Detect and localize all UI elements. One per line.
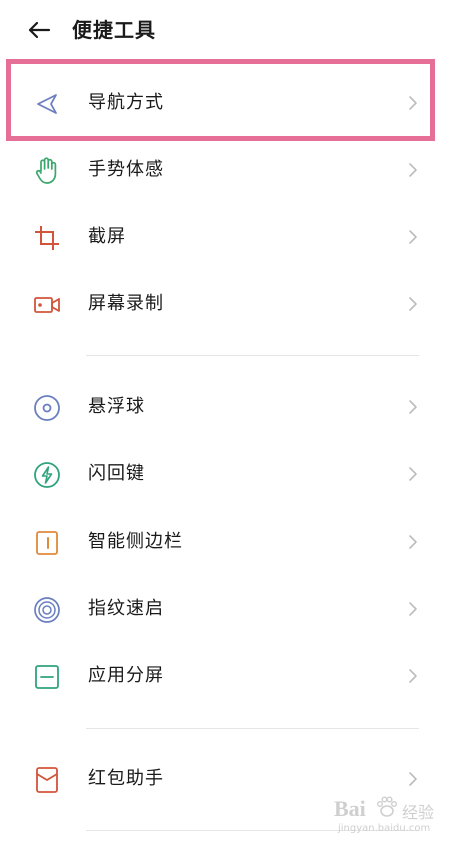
list-item-screen-recording[interactable]: 屏幕录制 bbox=[0, 271, 451, 337]
page-title: 便捷工具 bbox=[72, 18, 156, 42]
list-item-fingerprint-quick-launch[interactable]: 指纹速启 bbox=[0, 576, 451, 642]
list-item-label: 截屏 bbox=[88, 226, 126, 247]
back-arrow-icon bbox=[28, 21, 51, 39]
list-item-label: 红包助手 bbox=[88, 768, 164, 789]
list-item-navigation-mode[interactable]: 导航方式 bbox=[0, 70, 451, 136]
section-divider bbox=[86, 728, 419, 729]
chevron-right-icon bbox=[409, 297, 417, 311]
section-divider bbox=[86, 830, 419, 831]
chevron-right-icon bbox=[409, 669, 417, 683]
navigation-arrow-icon bbox=[33, 90, 61, 118]
list-item-red-envelope-assistant[interactable]: 红包助手 bbox=[0, 746, 451, 812]
list-item-flashback-key[interactable]: 闪回键 bbox=[0, 441, 451, 507]
chevron-right-icon bbox=[409, 163, 417, 177]
watermark-url: jingyan.baidu.com bbox=[338, 823, 431, 834]
list-item-smart-sidebar[interactable]: 智能侧边栏 bbox=[0, 509, 451, 575]
list-item-screenshot[interactable]: 截屏 bbox=[0, 204, 451, 270]
list-item-floating-ball[interactable]: 悬浮球 bbox=[0, 374, 451, 440]
list-item-split-screen[interactable]: 应用分屏 bbox=[0, 643, 451, 709]
section-divider bbox=[86, 355, 419, 356]
video-record-icon bbox=[33, 291, 61, 319]
fingerprint-icon bbox=[33, 596, 61, 624]
flashback-bolt-icon bbox=[33, 461, 61, 489]
chevron-right-icon bbox=[409, 602, 417, 616]
chevron-right-icon bbox=[409, 400, 417, 414]
list-item-label: 手势体感 bbox=[88, 159, 164, 180]
list-item-label: 智能侧边栏 bbox=[88, 531, 183, 552]
list-item-label: 应用分屏 bbox=[88, 665, 164, 686]
back-button[interactable] bbox=[22, 14, 56, 46]
chevron-right-icon bbox=[409, 96, 417, 110]
list-item-label: 屏幕录制 bbox=[88, 293, 164, 314]
chevron-right-icon bbox=[409, 467, 417, 481]
list-item-gesture-motion[interactable]: 手势体感 bbox=[0, 137, 451, 203]
floating-ball-icon bbox=[33, 394, 61, 422]
chevron-right-icon bbox=[409, 772, 417, 786]
chevron-right-icon bbox=[409, 230, 417, 244]
header-bar: 便捷工具 bbox=[0, 0, 451, 60]
list-item-label: 导航方式 bbox=[88, 92, 164, 113]
hand-gesture-icon bbox=[33, 157, 61, 185]
list-item-label: 悬浮球 bbox=[88, 396, 145, 417]
smart-sidebar-icon bbox=[33, 529, 61, 557]
red-envelope-icon bbox=[33, 766, 61, 794]
split-screen-icon bbox=[33, 663, 61, 691]
list-item-label: 指纹速启 bbox=[88, 598, 164, 619]
list-item-label: 闪回键 bbox=[88, 463, 145, 484]
chevron-right-icon bbox=[409, 535, 417, 549]
crop-screenshot-icon bbox=[33, 224, 61, 252]
